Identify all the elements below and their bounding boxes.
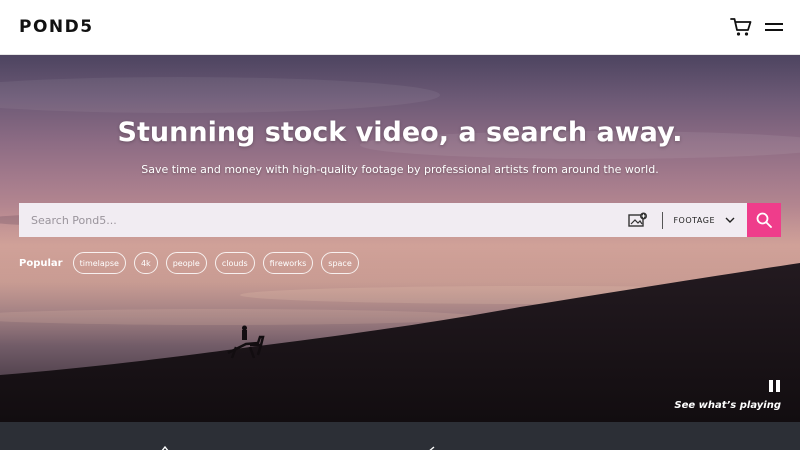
popular-label: Popular — [19, 257, 63, 269]
pause-icon[interactable] — [769, 380, 781, 392]
top-navigation-bar: POND5 — [0, 0, 800, 55]
media-type-dropdown[interactable]: FOOTAGE — [673, 216, 735, 225]
popular-searches: Popular timelapse 4k people clouds firew… — [19, 252, 367, 274]
search-bar: FOOTAGE — [19, 203, 747, 237]
pond5-logo[interactable]: POND5 — [19, 17, 94, 37]
hero-video-banner: Stunning stock video, a search away. Sav… — [0, 55, 800, 422]
search-divider — [662, 211, 664, 229]
popular-tag-timelapse[interactable]: timelapse — [72, 252, 126, 274]
hero-background-scene — [0, 77, 800, 422]
popular-tag-people[interactable]: people — [165, 252, 207, 274]
search-icon — [756, 212, 772, 228]
hamburger-menu-icon[interactable] — [765, 20, 783, 34]
category-icon — [161, 446, 169, 450]
hero-headline: Stunning stock video, a search away. — [117, 117, 683, 148]
search-button[interactable] — [747, 203, 781, 237]
category-strip — [0, 422, 800, 450]
image-search-icon[interactable] — [628, 212, 648, 228]
media-type-label: FOOTAGE — [673, 215, 715, 225]
chevron-down-icon — [725, 217, 735, 223]
category-icon — [429, 446, 435, 450]
search-input[interactable] — [19, 203, 629, 237]
see-whats-playing-link[interactable]: See what’s playing — [674, 400, 781, 411]
popular-tag-4k[interactable]: 4k — [133, 252, 158, 274]
cart-icon[interactable] — [730, 17, 752, 37]
popular-tag-clouds[interactable]: clouds — [214, 252, 255, 274]
popular-tag-fireworks[interactable]: fireworks — [262, 252, 314, 274]
hero-subheadline: Save time and money with high-quality fo… — [141, 163, 659, 176]
popular-tag-space[interactable]: space — [321, 252, 359, 274]
